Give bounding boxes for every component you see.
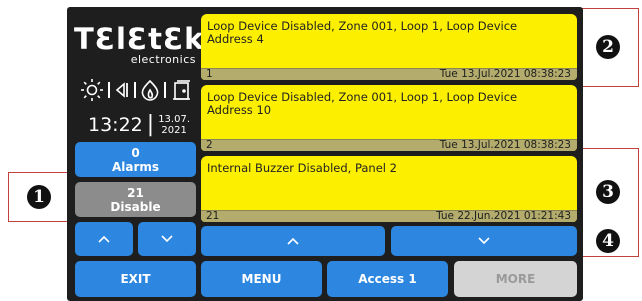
disable-label: Disable (110, 199, 161, 214)
event-number: 21 (206, 210, 220, 222)
event-timestamp: Tue 13.Jul.2021 08:38:23 (439, 68, 571, 80)
more-button[interactable]: MORE (454, 261, 577, 297)
event-message-text: Loop Device Disabled, Zone 001, Loop 1, … (207, 90, 518, 117)
chevron-down-icon (478, 237, 490, 245)
list-scroll-up-button[interactable] (201, 226, 385, 256)
clock-date-year: 2021 (161, 125, 187, 136)
event-number: 2 (206, 139, 213, 151)
clock-time: 13:22 (88, 114, 143, 136)
event-message-3[interactable]: Internal Buzzer Disabled, Panel 2 21 Tue… (201, 156, 577, 222)
chevron-up-icon (98, 235, 110, 243)
exit-button[interactable]: EXIT (75, 261, 196, 297)
clock-date-day: 13.07. (158, 114, 190, 125)
left-scroll-down-button[interactable] (138, 222, 196, 256)
clock-display: 13:22 | 13.07. 2021 (88, 112, 190, 137)
event-message-1[interactable]: Loop Device Disabled, Zone 001, Loop 1, … (201, 14, 577, 80)
alarms-count: 0 (131, 145, 140, 160)
disable-button[interactable]: 21 Disable (75, 182, 196, 217)
event-timestamp: Tue 13.Jul.2021 08:38:23 (439, 139, 571, 151)
event-message-text: Loop Device Disabled, Zone 001, Loop 1, … (207, 19, 518, 46)
event-message-text: Internal Buzzer Disabled, Panel 2 (207, 161, 397, 175)
teletek-logo: TƐlƐtƐk electronics (74, 22, 205, 65)
chevron-down-icon (161, 235, 173, 243)
event-message-footer: 1 Tue 13.Jul.2021 08:38:23 (201, 68, 577, 80)
alarms-label: Alarms (111, 159, 160, 174)
callout-number-4: 4 (596, 229, 620, 253)
status-icons-row (80, 78, 202, 102)
left-scroll-up-button[interactable] (75, 222, 133, 256)
menu-label: MENU (241, 272, 282, 286)
clock-separator: | (146, 112, 155, 137)
logo-name: TƐlƐtƐk (74, 22, 205, 56)
list-scroll-down-button[interactable] (391, 226, 577, 256)
exit-label: EXIT (120, 272, 151, 286)
event-message-footer: 21 Tue 22.Jun.2021 01:21:43 (201, 210, 577, 222)
chevron-up-icon (287, 237, 299, 245)
clock-date: 13.07. 2021 (158, 114, 190, 136)
flame-icon (141, 79, 159, 101)
more-label: MORE (495, 272, 536, 286)
sun-icon (81, 79, 103, 101)
event-timestamp: Tue 22.Jun.2021 01:21:43 (436, 210, 571, 222)
callout-number-3: 3 (596, 180, 620, 204)
event-message-2[interactable]: Loop Device Disabled, Zone 001, Loop 1, … (201, 85, 577, 151)
access-label: Access 1 (358, 272, 417, 286)
door-icon (173, 80, 190, 100)
callout-number-2: 2 (596, 35, 620, 59)
speaker-muted-icon (115, 82, 128, 98)
callout-number-1: 1 (27, 185, 51, 209)
menu-button[interactable]: MENU (201, 261, 322, 297)
event-message-footer: 2 Tue 13.Jul.2021 08:38:23 (201, 139, 577, 151)
alarms-button[interactable]: 0 Alarms (75, 142, 196, 177)
event-number: 1 (206, 68, 213, 80)
access-level-button[interactable]: Access 1 (327, 261, 448, 297)
disable-count: 21 (127, 185, 144, 200)
